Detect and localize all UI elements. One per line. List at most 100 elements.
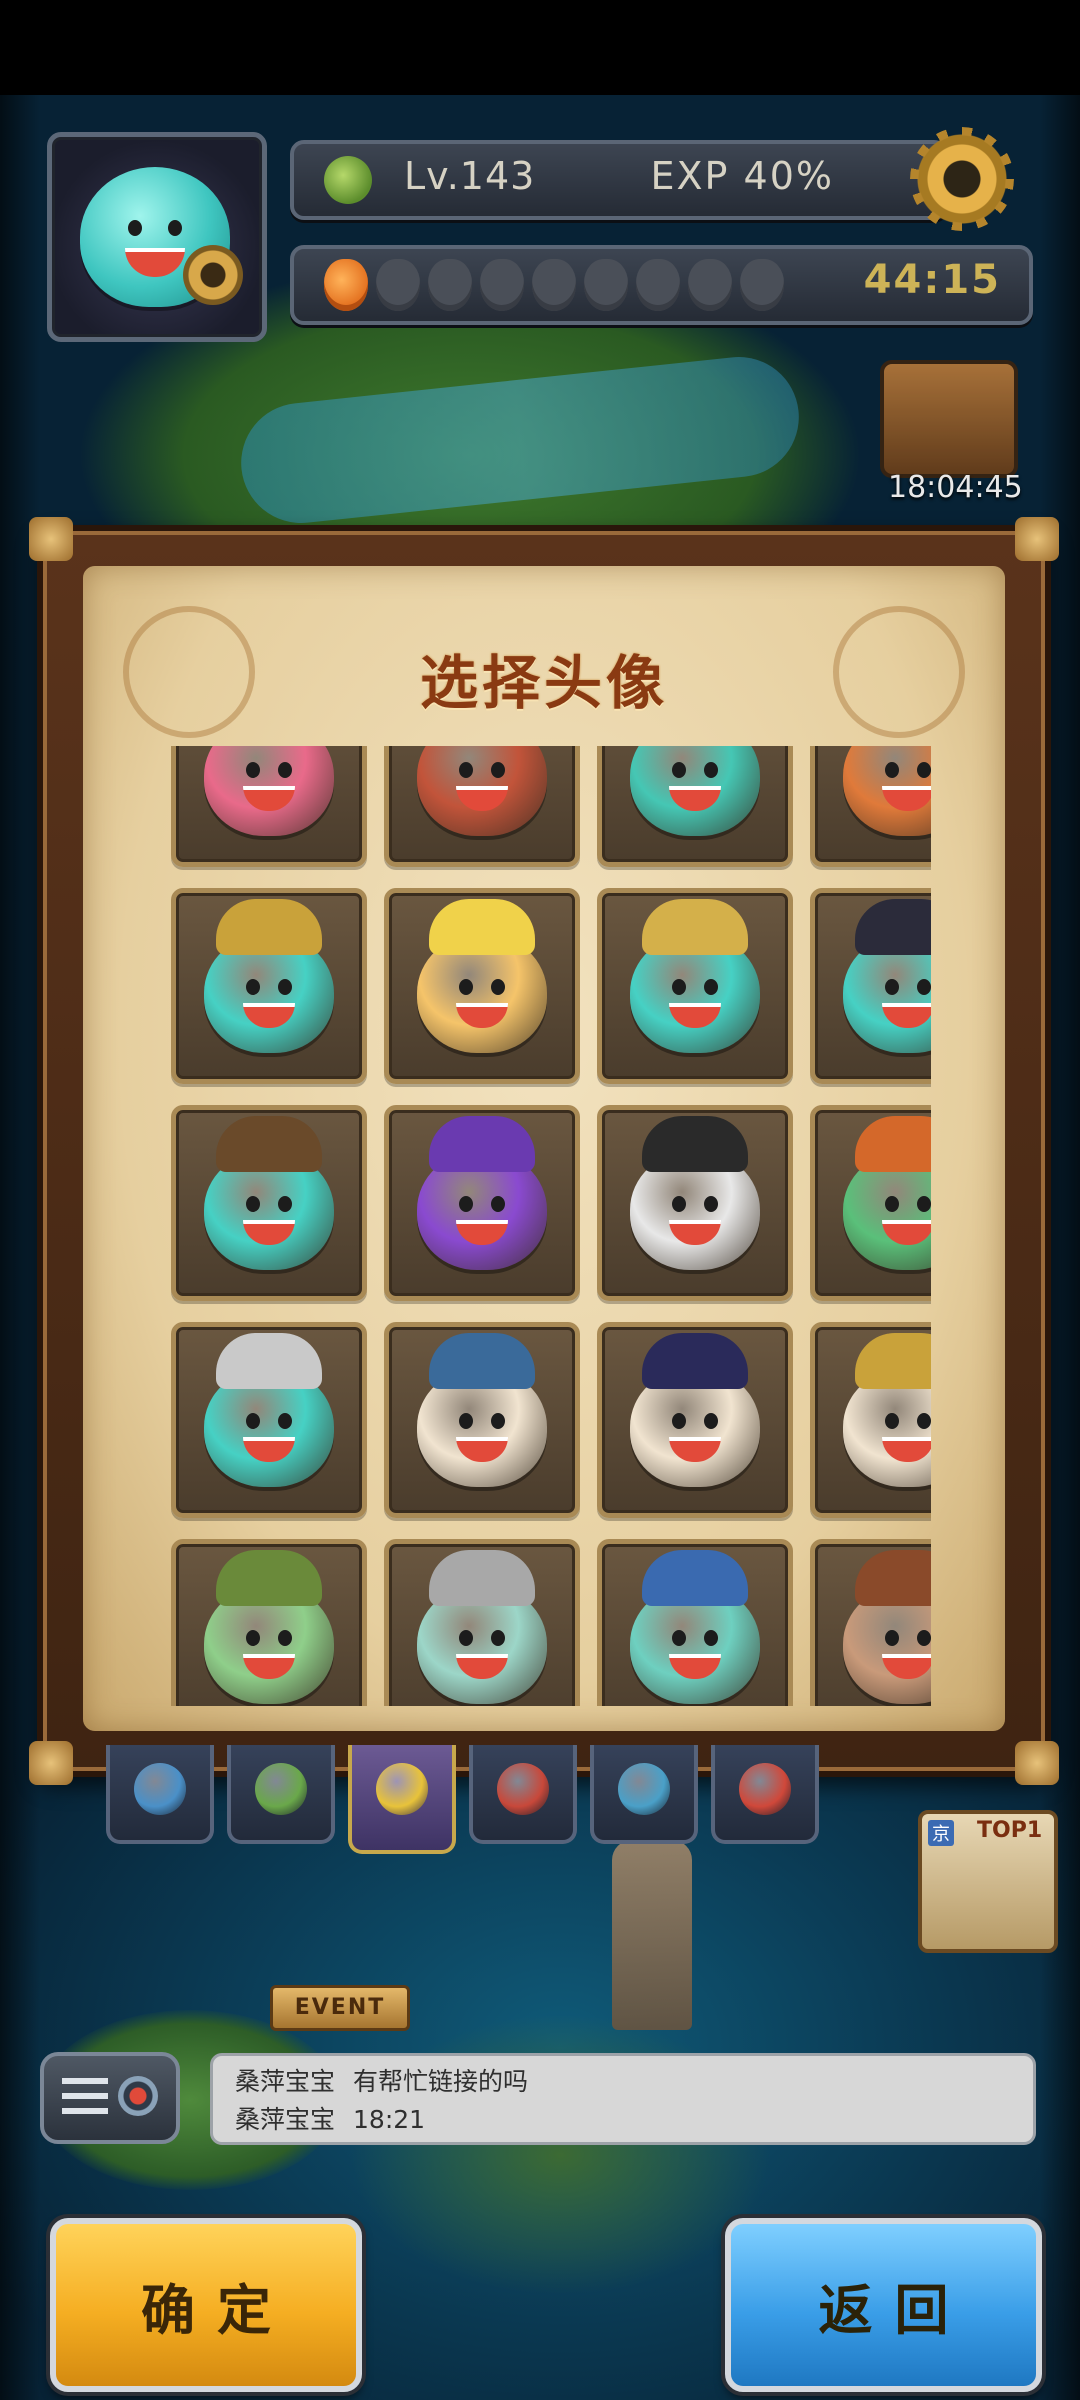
tab-blue-icon [134,1763,186,1815]
avatar-option[interactable] [171,888,367,1084]
avatar-option[interactable] [810,888,931,1084]
dialog-corner [29,517,73,561]
dialog-corner [1015,517,1059,561]
avatar-option[interactable] [384,746,580,867]
avatar-category-tabs [106,1745,819,1854]
avatar-option[interactable] [171,1105,367,1301]
carrot-icon [636,259,680,311]
back-label: 返回 [818,2278,971,2342]
chat-text: 有帮忙链接的吗 [353,2067,529,2096]
level-text: Lv.143 [404,154,536,198]
avatar-hat-icon [216,1333,322,1389]
chat-sender: 桑萍宝宝 [235,2067,336,2096]
avatar-hat-icon [216,899,322,955]
avatar-option[interactable] [597,1539,793,1706]
avatar-hat-icon [642,899,748,955]
avatar-option[interactable] [810,746,931,867]
map-shade-left [0,95,40,2400]
exp-text: EXP 40% [650,154,834,198]
tab-red-icon [497,1763,549,1815]
event-sign[interactable]: EVENT [270,1985,410,2031]
avatar-hat-icon [642,1116,748,1172]
tab-green-icon [255,1763,307,1815]
chat-sender: 桑萍宝宝 [235,2105,336,2134]
avatar-badge-icon [183,245,243,305]
avatar-hat-icon [642,1333,748,1389]
avatar-option[interactable] [384,1539,580,1706]
chat-record-icon [118,2076,158,2116]
avatar-option[interactable] [171,1322,367,1518]
back-button[interactable]: 返回 [725,2218,1042,2392]
avatar-option[interactable] [810,1322,931,1518]
avatar-option[interactable] [384,1322,580,1518]
top1-badge: 京 [928,1820,954,1846]
avatar-option[interactable] [597,1322,793,1518]
avatar-hat-icon [642,1550,748,1606]
avatar-character [417,746,547,836]
avatar-grid[interactable] [171,746,931,1706]
carrot-icon [480,259,524,311]
event-label: EVENT [294,1995,386,2020]
avatar-character [843,746,931,836]
avatar-option[interactable] [384,888,580,1084]
tab-beast-icon [739,1763,791,1815]
confirm-button[interactable]: 确定 [50,2218,362,2392]
tab-gold-icon [376,1763,428,1815]
avatar-hat-icon [855,1550,931,1606]
tab-blue[interactable] [106,1745,214,1844]
avatar-option[interactable] [171,746,367,867]
stamina-bar: 44:15 [290,245,1033,325]
avatar-hat-icon [429,1550,535,1606]
tab-question[interactable] [590,1745,698,1844]
avatar-hat-icon [855,1116,931,1172]
carrot-icon [324,259,368,311]
top1-label: TOP1 [977,1818,1043,1843]
carrot-icon [740,259,784,311]
avatar-option[interactable] [810,1105,931,1301]
tab-red[interactable] [469,1745,577,1844]
dialog-corner [29,1741,73,1785]
chat-message-1: 桑萍宝宝 有帮忙链接的吗 [235,2062,528,2098]
carrot-icon [688,259,732,311]
chat-button[interactable] [40,2052,180,2144]
avatar-hat-icon [429,1333,535,1389]
avatar-hat-icon [216,1116,322,1172]
avatar-option[interactable] [597,888,793,1084]
carrot-icon [584,259,628,311]
avatar-hat-icon [855,899,931,955]
tab-beast[interactable] [711,1745,819,1844]
avatar-option[interactable] [597,1105,793,1301]
carrot-row [324,259,784,311]
chest-countdown: 18:04:45 [888,470,1023,505]
carrot-icon [376,259,420,311]
top1-ranking-card[interactable]: 京 TOP1 [918,1810,1058,1953]
treasure-chest-icon[interactable] [880,360,1018,478]
avatar-option[interactable] [597,746,793,867]
avatar-option[interactable] [810,1539,931,1706]
chat-text: 18:21 [353,2105,426,2134]
chat-lines-icon [62,2078,108,2118]
avatar-hat-icon [855,1333,931,1389]
dialog-title: 选择头像 [419,649,668,717]
tab-green[interactable] [227,1745,335,1844]
parchment-panel: 选择头像 [83,566,1005,1731]
select-avatar-dialog: 选择头像 [29,517,1059,1785]
chat-message-2: 桑萍宝宝 18:21 [235,2100,425,2136]
settings-gear-icon[interactable] [910,127,1014,231]
player-avatar[interactable] [47,132,267,342]
tab-gold[interactable] [348,1745,456,1854]
avatar-hat-icon [216,1550,322,1606]
level-bar: Lv.143 EXP 40% [290,140,948,220]
tab-question-icon [618,1763,670,1815]
avatar-option[interactable] [171,1539,367,1706]
carrot-icon [532,259,576,311]
avatar-character [630,746,760,836]
stamina-timer: 44:15 [863,257,1001,303]
dialog-corner [1015,1741,1059,1785]
chat-preview[interactable]: 桑萍宝宝 有帮忙链接的吗 桑萍宝宝 18:21 [210,2053,1036,2145]
avatar-hat-icon [429,1116,535,1172]
leaf-icon [324,156,372,204]
avatar-option[interactable] [384,1105,580,1301]
avatar-hat-icon [429,899,535,955]
carrot-icon [428,259,472,311]
